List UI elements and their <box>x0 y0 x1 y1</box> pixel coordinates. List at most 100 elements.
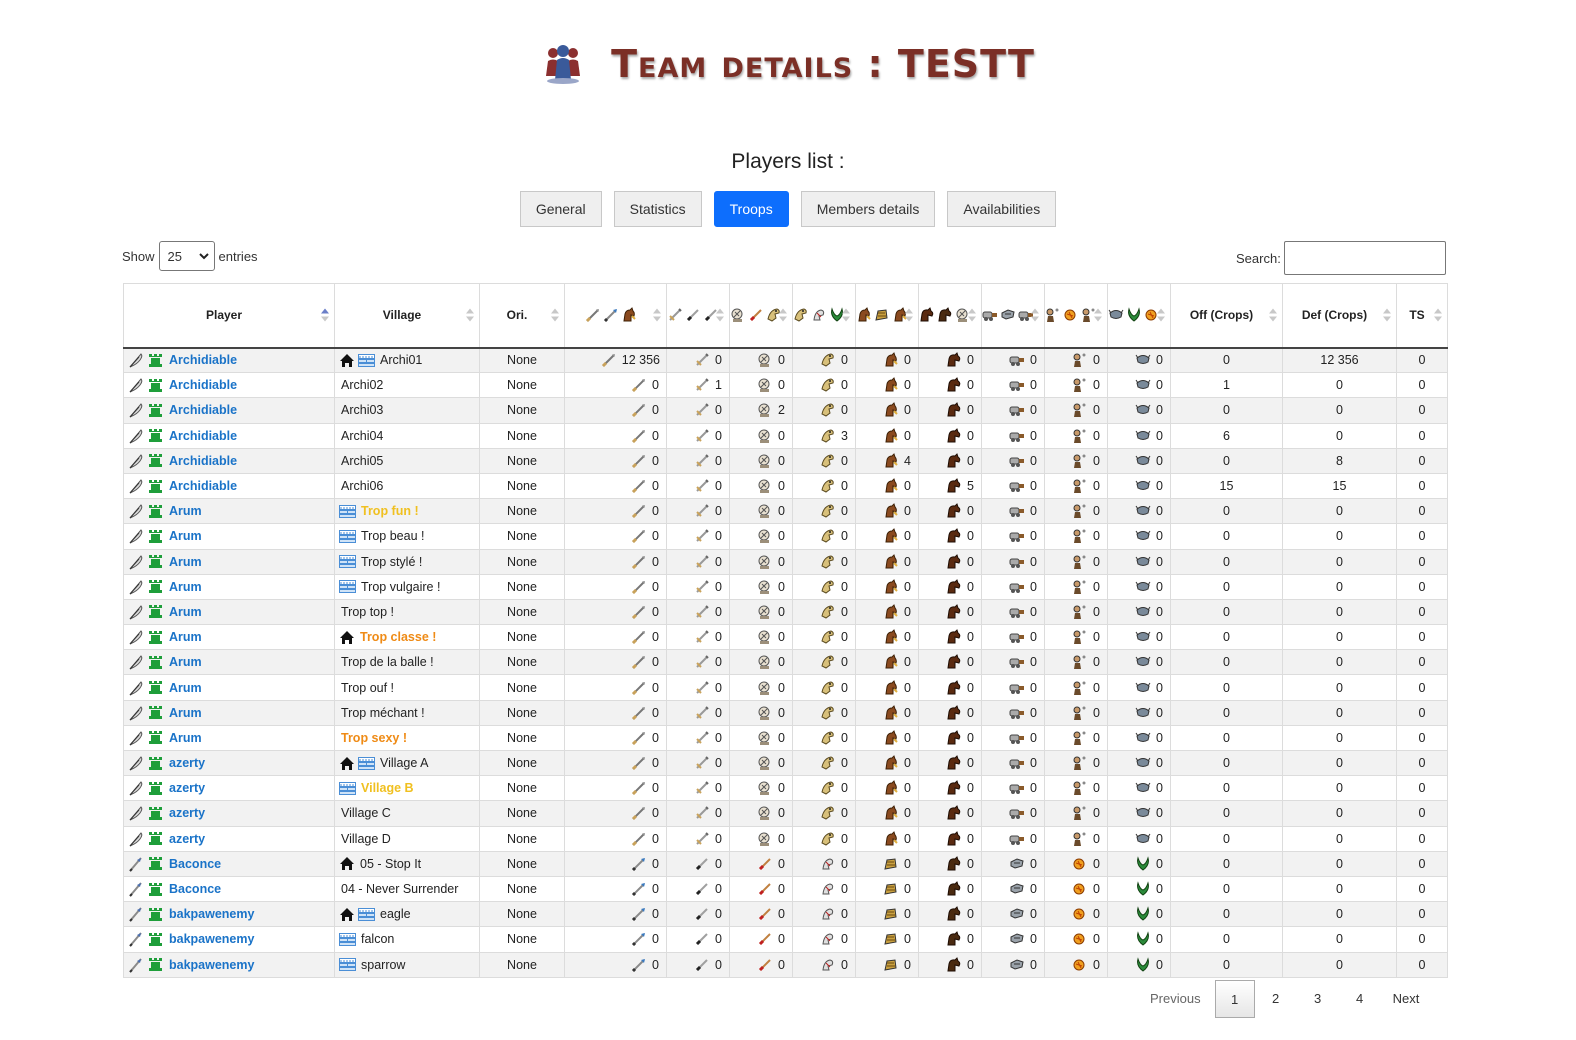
troop-unit-icon <box>1072 503 1088 519</box>
column-header-1[interactable]: Village <box>334 283 480 349</box>
player-link[interactable]: azerty <box>169 756 205 770</box>
troop-unit-icon <box>1135 402 1151 418</box>
column-header-9[interactable] <box>981 283 1045 349</box>
troop-count: 0 <box>778 554 785 569</box>
village-cell: Trop fun ! <box>334 498 480 525</box>
column-header-7[interactable] <box>855 283 919 349</box>
village-name: Trop vulgaire ! <box>361 579 441 594</box>
village-cell: sparrow <box>334 951 480 978</box>
troop-cell: 0 <box>729 749 793 777</box>
column-header-0[interactable]: Player <box>123 283 335 349</box>
section-title: Players list : <box>731 150 845 173</box>
player-link[interactable]: Arum <box>169 529 202 543</box>
troop-cell: 0 <box>792 875 856 903</box>
column-header-5[interactable] <box>729 283 793 349</box>
player-cell: Arum <box>123 674 335 701</box>
column-header-8[interactable] <box>918 283 982 349</box>
page-button-3[interactable]: 3 <box>1297 980 1339 1018</box>
search-input[interactable] <box>1283 241 1446 275</box>
player-link[interactable]: Archidiable <box>169 429 237 443</box>
player-link[interactable]: Archidiable <box>169 454 237 468</box>
column-header-10[interactable] <box>1044 283 1108 349</box>
player-link[interactable]: azerty <box>169 832 205 846</box>
column-header-12[interactable]: Off (Crops) <box>1170 283 1283 349</box>
page-button-4[interactable]: 4 <box>1339 980 1381 1018</box>
def-crops-cell: 0 <box>1282 699 1397 726</box>
tab-general[interactable]: General <box>519 191 602 227</box>
off-crops-cell: 15 <box>1170 472 1283 500</box>
castle-icon <box>148 806 163 821</box>
player-link[interactable]: Arum <box>169 504 202 518</box>
troop-count: 0 <box>1093 453 1100 468</box>
edit-icon <box>128 528 144 544</box>
player-link[interactable]: bakpawenemy <box>169 958 254 972</box>
troop-unit-icon <box>1135 654 1151 670</box>
player-link[interactable]: Arum <box>169 731 202 745</box>
player-link[interactable]: Baconce <box>169 882 221 896</box>
player-link[interactable]: Archidiable <box>169 403 237 417</box>
player-link[interactable]: Arum <box>169 706 202 720</box>
page-button-1[interactable]: 1 <box>1214 980 1255 1018</box>
player-link[interactable]: azerty <box>169 806 205 820</box>
player-link[interactable]: Arum <box>169 605 202 619</box>
next-page-button[interactable]: Next <box>1381 980 1432 1018</box>
player-link[interactable]: Archidiable <box>169 353 237 367</box>
troop-cell: 0 <box>666 548 730 575</box>
troop-unit-icon <box>820 352 836 368</box>
player-cell: Arum <box>123 498 335 525</box>
column-header-4[interactable] <box>666 283 730 349</box>
player-link[interactable]: Archidiable <box>169 378 237 392</box>
player-link[interactable]: Arum <box>169 580 202 594</box>
player-link[interactable]: Arum <box>169 630 202 644</box>
troop-unit-icon <box>694 680 710 696</box>
troop-count: 0 <box>1093 907 1100 922</box>
edit-icon <box>128 780 144 796</box>
player-link[interactable]: Archidiable <box>169 479 237 493</box>
column-header-3[interactable] <box>564 283 667 349</box>
show-label: Show <box>122 248 155 264</box>
player-link[interactable]: Baconce <box>169 857 221 871</box>
troop-count: 0 <box>715 806 722 821</box>
troop-cell: 0 <box>981 573 1045 600</box>
troop-header-icon-8-0 <box>1045 307 1061 323</box>
player-link[interactable]: azerty <box>169 781 205 795</box>
column-header-2[interactable]: Ori. <box>479 283 565 349</box>
column-header-14[interactable]: TS <box>1396 283 1448 349</box>
troop-cell: 0 <box>666 850 730 877</box>
troop-count: 0 <box>967 806 974 821</box>
tab-troops[interactable]: Troops <box>713 191 789 227</box>
tab-statistics[interactable]: Statistics <box>613 191 702 227</box>
village-cell: Trop de la balle ! <box>334 649 480 676</box>
edit-icon <box>128 377 144 393</box>
troop-cell: 0 <box>729 775 793 802</box>
troop-count: 0 <box>967 504 974 519</box>
troop-header-icon-2-0 <box>667 307 683 323</box>
troop-count: 0 <box>1030 882 1037 897</box>
troop-unit-icon <box>820 831 836 847</box>
tab-availabilities[interactable]: Availabilities <box>947 191 1057 227</box>
troop-count: 0 <box>841 529 848 544</box>
troop-unit-icon <box>1009 528 1025 544</box>
player-link[interactable]: Arum <box>169 555 202 569</box>
troop-count: 0 <box>904 856 911 871</box>
column-header-13[interactable]: Def (Crops) <box>1282 283 1397 349</box>
player-link[interactable]: bakpawenemy <box>169 907 254 921</box>
castle-icon <box>148 453 163 468</box>
player-link[interactable]: bakpawenemy <box>169 932 254 946</box>
troop-unit-icon <box>694 705 710 721</box>
troop-unit-icon <box>631 629 647 645</box>
column-header-11[interactable] <box>1107 283 1171 349</box>
tab-members-details[interactable]: Members details <box>800 191 936 227</box>
troop-unit-icon <box>946 704 962 721</box>
troop-count: 0 <box>1030 655 1037 670</box>
player-link[interactable]: Arum <box>169 655 202 669</box>
troop-cell: 0 <box>666 724 730 752</box>
entries-select[interactable]: 25 <box>158 241 215 271</box>
troop-count: 0 <box>652 831 659 846</box>
castle-icon <box>148 579 163 594</box>
page-button-2[interactable]: 2 <box>1255 980 1297 1018</box>
previous-page-button[interactable]: Previous <box>1138 980 1213 1018</box>
player-link[interactable]: Arum <box>169 681 202 695</box>
player-cell: bakpawenemy <box>123 926 335 953</box>
column-header-6[interactable] <box>792 283 856 349</box>
